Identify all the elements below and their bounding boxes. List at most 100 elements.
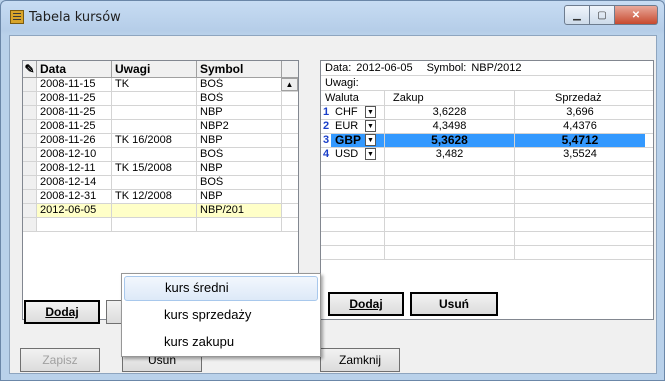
cell-uwagi[interactable] <box>112 148 197 161</box>
cell-symbol[interactable]: NBP <box>197 162 282 175</box>
symbol-value[interactable]: NBP/2012 <box>471 61 521 75</box>
cell-symbol[interactable]: NBP <box>197 134 282 147</box>
currency-row[interactable]: 2 EUR ▼ 4,3498 4,4376 <box>321 120 653 134</box>
currency-row[interactable]: 1 CHF ▼ 3,6228 3,696 <box>321 106 653 120</box>
cell-uwagi[interactable]: TK 15/2008 <box>112 162 197 175</box>
cell-zakup[interactable]: 3,482 <box>385 148 515 161</box>
currency-row-empty[interactable] <box>321 246 653 260</box>
column-header-data[interactable]: Data <box>37 61 112 77</box>
cell-sprzedaz[interactable]: 3,696 <box>515 106 645 119</box>
scroll-up-arrow-icon[interactable]: ▲ <box>281 78 298 91</box>
currency-row-empty[interactable] <box>321 218 653 232</box>
cell-uwagi[interactable] <box>112 204 197 217</box>
row-selector[interactable] <box>23 78 37 91</box>
cell-waluta[interactable]: GBP ▼ <box>331 134 385 147</box>
dropdown-arrow-icon[interactable]: ▼ <box>365 148 376 160</box>
currency-row-empty[interactable] <box>321 232 653 246</box>
table-row[interactable]: 2008-11-25 NBP <box>23 106 298 120</box>
cell-data[interactable]: 2008-12-10 <box>37 148 112 161</box>
currency-row-empty[interactable] <box>321 162 653 176</box>
currency-row-empty[interactable] <box>321 190 653 204</box>
cell-data[interactable]: 2008-12-14 <box>37 176 112 189</box>
cell-uwagi[interactable]: TK 16/2008 <box>112 134 197 147</box>
row-selector[interactable] <box>23 120 37 133</box>
row-selector[interactable] <box>23 204 37 217</box>
cell-uwagi[interactable]: TK 12/2008 <box>112 190 197 203</box>
table-row[interactable]: 2008-12-14 BOŚ <box>23 176 298 190</box>
row-selector[interactable] <box>23 176 37 189</box>
cell-symbol[interactable]: NBP <box>197 190 282 203</box>
cell-symbol[interactable]: BOŚ <box>197 176 282 189</box>
row-selector[interactable] <box>23 134 37 147</box>
table-row[interactable]: 2008-12-10 BOŚ <box>23 148 298 162</box>
row-selector[interactable] <box>23 148 37 161</box>
cell-data[interactable]: 2008-11-25 <box>37 92 112 105</box>
cell-uwagi[interactable] <box>112 92 197 105</box>
cell-sprzedaz[interactable]: 3,5524 <box>515 148 645 161</box>
cell-uwagi[interactable] <box>112 120 197 133</box>
cell-uwagi[interactable]: TK <box>112 78 197 91</box>
dropdown-arrow-icon[interactable]: ▼ <box>365 106 376 118</box>
column-header-symbol[interactable]: Symbol <box>197 61 282 77</box>
table-row[interactable]: 2008-12-11 TK 15/2008 NBP <box>23 162 298 176</box>
row-selector[interactable] <box>23 92 37 105</box>
cell-zakup[interactable]: 5,3628 <box>385 134 515 147</box>
cell-symbol[interactable]: BOŚ <box>197 78 282 91</box>
maximize-button[interactable]: ▢ <box>590 5 615 25</box>
cell-waluta[interactable]: EUR ▼ <box>331 120 385 133</box>
currency-row[interactable]: 4 USD ▼ 3,482 3,5524 <box>321 148 653 162</box>
cell-uwagi[interactable] <box>112 176 197 189</box>
cell-zakup[interactable]: 4,3498 <box>385 120 515 133</box>
table-row[interactable]: 2008-11-25 BOŚ <box>23 92 298 106</box>
add-rate-table-button[interactable]: Dodaj <box>24 300 100 324</box>
table-row[interactable]: 2008-12-31 TK 12/2008 NBP <box>23 190 298 204</box>
table-row[interactable]: 2008-11-26 TK 16/2008 NBP <box>23 134 298 148</box>
close-button[interactable]: ✕ <box>615 5 658 25</box>
close-window-button[interactable]: Zamknij <box>320 348 400 372</box>
cell-symbol[interactable]: BOŚ <box>197 148 282 161</box>
column-header-waluta[interactable]: Waluta <box>321 91 385 105</box>
main-window: Tabela kursów ▁ ▢ ✕ ✎ Data Uwagi Symbol … <box>0 0 665 381</box>
column-header-uwagi[interactable]: Uwagi <box>112 61 197 77</box>
cell-zakup[interactable]: 3,6228 <box>385 106 515 119</box>
cell-waluta[interactable]: CHF ▼ <box>331 106 385 119</box>
currency-row-empty[interactable] <box>321 204 653 218</box>
column-header-sprzedaz[interactable]: Sprzedaż <box>515 91 645 105</box>
cell-waluta[interactable]: USD ▼ <box>331 148 385 161</box>
cell-uwagi[interactable] <box>112 106 197 119</box>
cell-data[interactable]: 2008-12-11 <box>37 162 112 175</box>
table-row[interactable]: 2008-11-25 NBP2 <box>23 120 298 134</box>
cell-symbol[interactable]: NBP <box>197 106 282 119</box>
table-row[interactable]: 2012-06-05 NBP/201 <box>23 204 298 218</box>
dropdown-arrow-icon[interactable]: ▼ <box>365 134 376 146</box>
column-header-zakup[interactable]: Zakup <box>385 91 515 105</box>
currency-row[interactable]: 3 GBP ▼ 5,3628 5,4712 <box>321 134 653 148</box>
cell-data[interactable]: 2008-11-25 <box>37 120 112 133</box>
cell-symbol[interactable]: BOŚ <box>197 92 282 105</box>
menu-item-kurs-sprzedazy[interactable]: kurs sprzedaży <box>124 303 318 328</box>
row-selector[interactable] <box>23 162 37 175</box>
cell-sprzedaz[interactable]: 4,4376 <box>515 120 645 133</box>
cell-data[interactable]: 2008-12-31 <box>37 190 112 203</box>
row-selector[interactable] <box>23 190 37 203</box>
delete-currency-button[interactable]: Usuń <box>410 292 498 316</box>
row-selector[interactable] <box>23 106 37 119</box>
menu-item-kurs-zakupu[interactable]: kurs zakupu <box>124 330 318 355</box>
table-row[interactable]: 2008-11-15 TK BOŚ <box>23 78 298 92</box>
cell-symbol[interactable]: NBP2 <box>197 120 282 133</box>
cell-symbol[interactable]: NBP/201 <box>197 204 282 217</box>
uwagi-line[interactable]: Uwagi: <box>321 76 653 91</box>
cell-data[interactable]: 2012-06-05 <box>37 204 112 217</box>
table-row-empty[interactable] <box>23 218 298 232</box>
minimize-button[interactable]: ▁ <box>564 5 590 25</box>
save-button[interactable]: Zapisz <box>20 348 100 372</box>
cell-data[interactable]: 2008-11-15 <box>37 78 112 91</box>
cell-sprzedaz[interactable]: 5,4712 <box>515 134 645 147</box>
add-currency-button[interactable]: Dodaj <box>328 292 404 316</box>
menu-item-kurs-sredni[interactable]: kurs średni <box>124 276 318 301</box>
currency-row-empty[interactable] <box>321 176 653 190</box>
dropdown-arrow-icon[interactable]: ▼ <box>365 120 376 132</box>
cell-data[interactable]: 2008-11-25 <box>37 106 112 119</box>
cell-data[interactable]: 2008-11-26 <box>37 134 112 147</box>
data-value[interactable]: 2012-06-05 <box>356 61 412 75</box>
